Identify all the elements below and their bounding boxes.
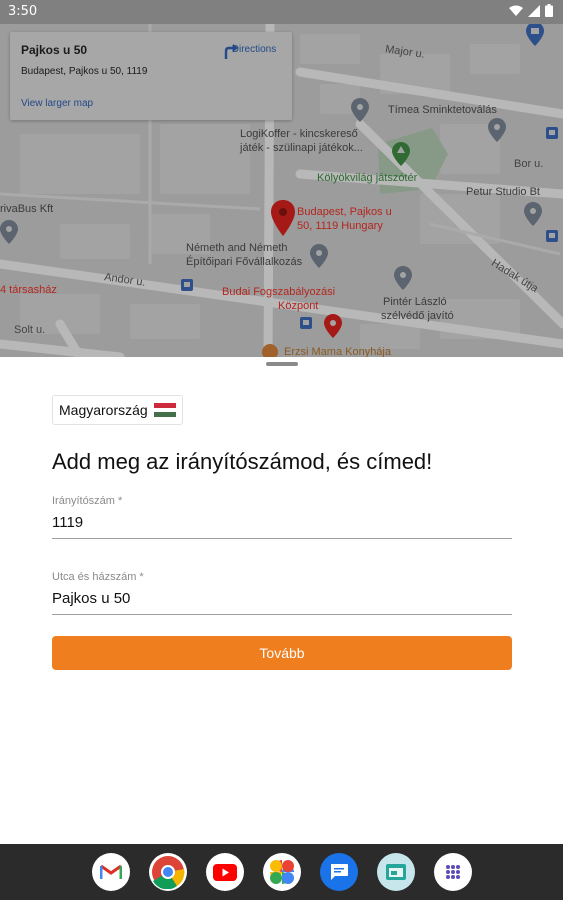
place-address: Budapest, Pajkos u 50, 1119 <box>21 66 148 77</box>
road-label-solt: Solt u. <box>14 324 46 336</box>
poi-marker-icon[interactable] <box>488 118 506 142</box>
country-label: Magyarország <box>59 402 148 418</box>
poi-marker-icon[interactable] <box>351 98 369 122</box>
shop-marker-icon[interactable] <box>526 24 544 46</box>
poi-label-pinter: Pintér László <box>383 296 447 308</box>
pin-label-address-2: 50, 1119 Hungary <box>297 220 383 232</box>
street-label: Utca és házszám * <box>52 571 144 583</box>
bus-stop-icon[interactable] <box>546 127 558 139</box>
map-view[interactable]: Pajkos u 50 Budapest, Pajkos u 50, 1119 … <box>0 24 563 357</box>
app-drawer-icon[interactable] <box>433 853 472 891</box>
messages-icon[interactable] <box>319 853 358 891</box>
chrome-icon[interactable] <box>148 853 187 891</box>
poi-label-erzsi: Erzsi Mama Konyhája <box>284 346 391 357</box>
poi-marker-icon[interactable] <box>394 266 412 290</box>
street-input[interactable]: Pajkos u 50 <box>52 590 512 614</box>
battery-icon <box>545 4 553 17</box>
hungary-flag-icon <box>153 403 176 418</box>
poi-label-budai-2: Központ <box>278 300 319 312</box>
wifi-icon <box>509 5 523 16</box>
map-place-card: Pajkos u 50 Budapest, Pajkos u 50, 1119 … <box>10 32 292 120</box>
location-pin-icon[interactable] <box>271 200 295 236</box>
zip-input[interactable]: 1119 <box>52 514 512 538</box>
address-form-sheet: Magyarország Add meg az irányítószámod, … <box>0 357 563 844</box>
bus-stop-icon[interactable] <box>300 317 312 329</box>
continue-button[interactable]: Tovább <box>52 636 512 670</box>
sheet-drag-handle[interactable] <box>266 362 298 366</box>
status-time: 3:50 <box>8 4 38 19</box>
bus-stop-icon[interactable] <box>181 279 193 291</box>
youtube-icon[interactable] <box>205 853 244 891</box>
poi-marker-icon[interactable] <box>524 202 542 226</box>
zip-field[interactable]: Irányítószám * 1119 <box>52 495 512 539</box>
files-icon[interactable] <box>376 853 415 891</box>
bus-stop-icon[interactable] <box>546 230 558 242</box>
directions-button[interactable]: Directions <box>222 42 286 59</box>
photos-icon[interactable] <box>262 853 301 891</box>
poi-label-kolyokvilag: Kölyökvilág játszótér <box>317 172 418 184</box>
poi-label-logikoffer: LogiKoffer - kincskereső <box>240 128 358 140</box>
poi-label-petur: Petur Studio Bt <box>466 186 540 198</box>
poi-marker-icon[interactable] <box>0 220 18 244</box>
poi-label-rivabus: rivaBus Kft <box>0 203 54 215</box>
poi-label-budai: Budai Fogszabályozási <box>222 286 336 298</box>
country-selector[interactable]: Magyarország <box>52 395 183 425</box>
gmail-icon[interactable] <box>91 853 130 891</box>
status-icons <box>509 4 553 17</box>
park-marker-icon[interactable] <box>392 142 410 166</box>
signal-icon <box>528 4 540 17</box>
dental-marker-icon[interactable] <box>324 314 342 338</box>
poi-marker-icon[interactable] <box>310 244 328 268</box>
form-heading: Add meg az irányítószámod, és címed! <box>52 449 433 474</box>
poi-label-nemeth: Németh and Németh <box>186 242 288 254</box>
pin-label-address-1: Budapest, Pajkos u <box>297 206 392 218</box>
place-title: Pajkos u 50 <box>21 43 88 57</box>
street-field[interactable]: Utca és házszám * Pajkos u 50 <box>52 571 512 615</box>
app-dock <box>0 844 563 900</box>
view-larger-map-link[interactable]: View larger map <box>21 98 93 109</box>
zip-label: Irányítószám * <box>52 495 123 507</box>
poi-label-logikoffer-2: játék - szülinapi játékok... <box>240 142 363 154</box>
poi-label-tarsashaz: 4 társasház <box>0 284 57 296</box>
status-bar: 3:50 <box>0 0 563 24</box>
restaurant-marker-icon[interactable] <box>262 344 278 357</box>
poi-label-timea: Tímea Sminktetoválás <box>388 104 497 116</box>
directions-icon <box>224 44 238 59</box>
poi-label-nemeth-2: Építőipari Fővállalkozás <box>186 256 303 268</box>
road-label-bor: Bor u. <box>514 158 544 170</box>
poi-label-pinter-2: szélvédő javító <box>381 310 454 322</box>
